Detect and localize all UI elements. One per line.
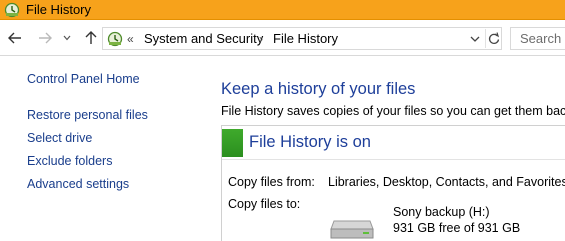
status-indicator	[222, 129, 243, 157]
address-bar-row: « System and Security › File History Sea…	[0, 20, 565, 56]
drive-icon	[330, 220, 374, 239]
refresh-icon	[488, 32, 500, 44]
up-button[interactable]	[82, 29, 100, 47]
forward-button[interactable]	[36, 29, 54, 47]
chevron-down-icon	[63, 35, 71, 41]
sidebar-item-advanced-settings[interactable]: Advanced settings	[27, 177, 129, 192]
copy-from-value: Libraries, Desktop, Contacts, and Favori…	[328, 175, 565, 189]
back-button[interactable]	[6, 29, 24, 47]
search-placeholder: Search C	[520, 31, 565, 46]
drive-name: Sony backup (H:)	[393, 205, 490, 219]
page-description: File History saves copies of your files …	[221, 104, 565, 118]
breadcrumb-separator[interactable]: ›	[259, 31, 263, 47]
page-title: Keep a history of your files	[221, 80, 416, 98]
recent-locations-button[interactable]	[61, 29, 73, 47]
status-text: File History is on	[249, 133, 371, 151]
sidebar-item-select-drive[interactable]: Select drive	[27, 131, 92, 146]
breadcrumb-file-history[interactable]: File History	[273, 31, 338, 47]
refresh-button[interactable]	[485, 29, 501, 48]
address-dropdown-icon[interactable]	[468, 32, 482, 46]
arrow-left-icon	[8, 32, 21, 44]
file-history-icon	[4, 2, 20, 18]
copy-to-label: Copy files to:	[228, 197, 301, 211]
window-title: File History	[26, 2, 92, 17]
copy-from-label: Copy files from:	[228, 175, 315, 189]
file-history-location-icon	[107, 31, 123, 47]
search-box[interactable]: Search C	[510, 27, 565, 50]
breadcrumb-system-and-security[interactable]: System and Security	[144, 31, 263, 47]
title-bar: File History	[0, 0, 565, 20]
panel-divider	[222, 159, 565, 160]
drive-free-space: 931 GB free of 931 GB	[393, 221, 521, 235]
arrow-up-icon	[85, 31, 97, 44]
sidebar-item-exclude-folders[interactable]: Exclude folders	[27, 154, 112, 169]
sidebar-item-restore-personal-files[interactable]: Restore personal files	[27, 108, 148, 123]
arrow-right-icon	[39, 32, 52, 44]
sidebar-item-control-panel-home[interactable]: Control Panel Home	[27, 72, 140, 87]
address-bar[interactable]: « System and Security › File History	[102, 27, 502, 50]
breadcrumb-overflow[interactable]: «	[127, 31, 134, 47]
